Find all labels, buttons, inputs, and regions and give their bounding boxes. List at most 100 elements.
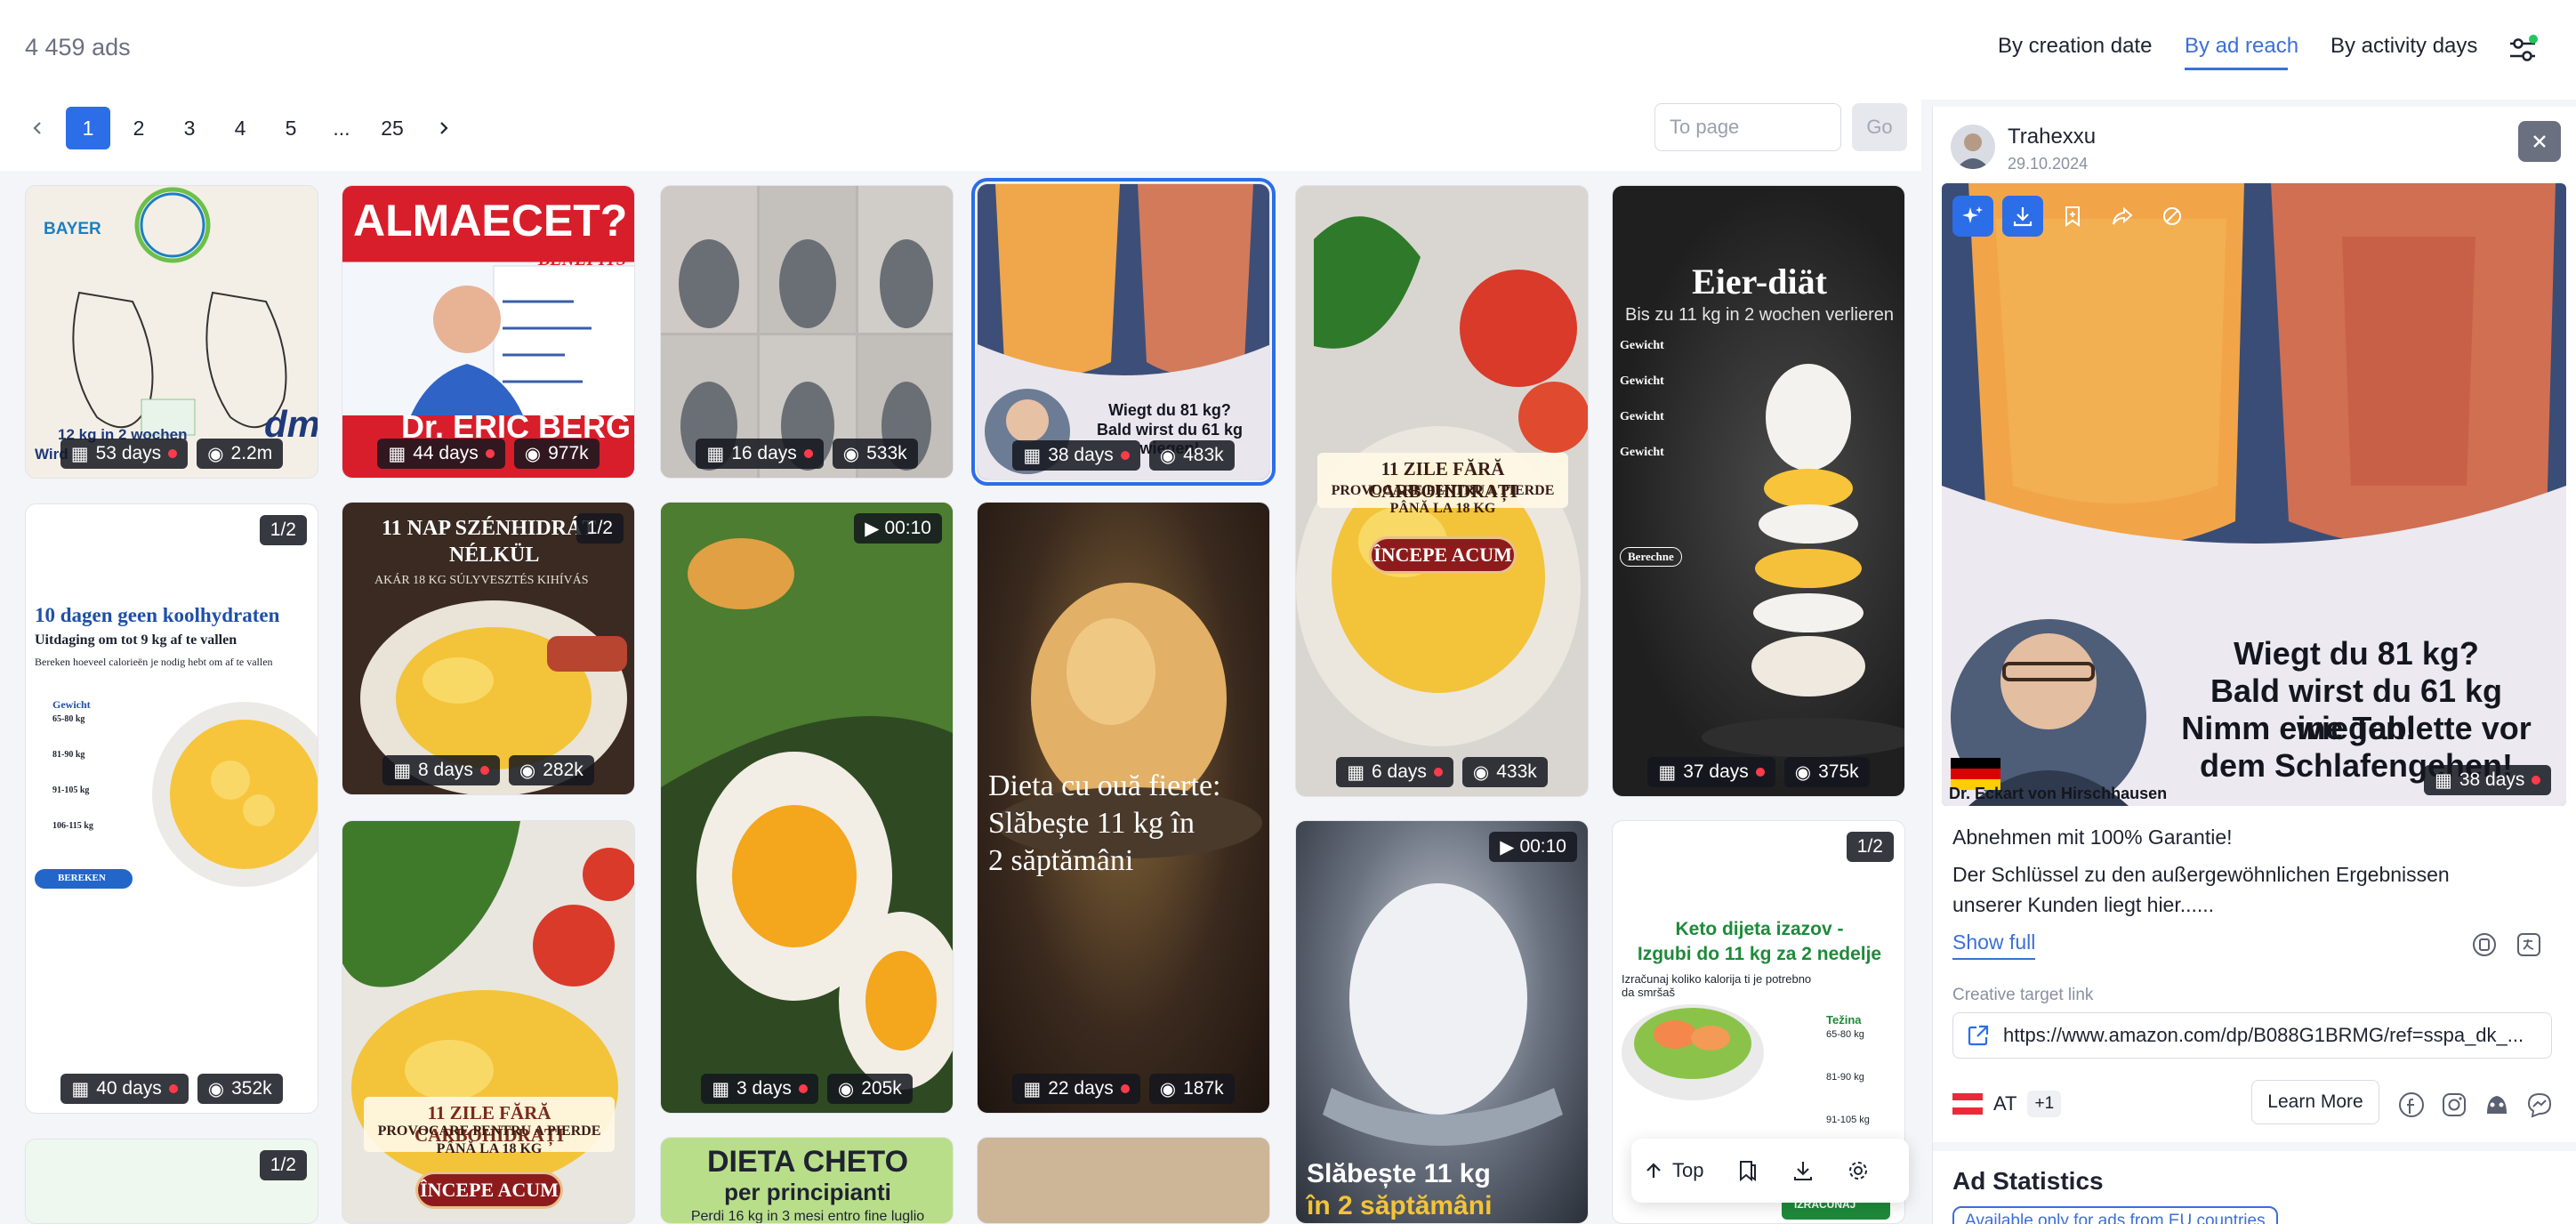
ad-creative-preview[interactable]: Wiegt du 81 kg? Bald wirst du 61 kg wieg…	[1942, 183, 2566, 806]
results-header: 4 459 ads By creation date By ad reach B…	[0, 0, 2576, 100]
copy-text-icon[interactable]	[2468, 929, 2500, 961]
sort-by-ad-reach[interactable]: By ad reach	[2185, 34, 2298, 59]
ad-card[interactable]: 11 NAP SZÉNHIDRÁT NÉLKÜL AKÁR 18 KG SÚLY…	[342, 502, 635, 795]
advertiser-name[interactable]: Trahexxu	[2008, 125, 2096, 149]
ad-card-selected[interactable]: Wiegt du 81 kg? Bald wirst du 61 kg wieg…	[971, 178, 1276, 486]
ad-card[interactable]: Dieta cu ouă fierte: Slăbește 11 kg în 2…	[977, 502, 1270, 1114]
translate-icon[interactable]	[2513, 929, 2545, 961]
ad-card[interactable]: 11 ZILE FĂRĂ CARBOHIDRAȚI PROVOCARE PENT…	[342, 820, 635, 1224]
ad-headline: Slăbește 11 kg în	[988, 807, 1195, 840]
live-indicator	[798, 1084, 808, 1093]
live-indicator	[1433, 768, 1443, 777]
weight-label: Gewicht	[52, 698, 91, 711]
country-code: AT	[1993, 1092, 2017, 1115]
ad-card[interactable]: 11 ZILE FĂRĂ CARBOHIDRAȚI PROVOCARE PENT…	[1295, 185, 1589, 797]
ad-subtitle: Bis zu 11 kg in 2 wochen verlieren	[1624, 305, 1894, 325]
show-full-link[interactable]: Show full	[1952, 930, 2036, 960]
creative-text: Wiegt du 81 kg?	[2234, 635, 2479, 672]
ad-headline: 10 dagen geen koolhydraten	[35, 604, 280, 626]
ad-card[interactable]: BAYER 12 kg in 2 wochen Wird ni dm ▦53 d…	[25, 185, 318, 479]
ad-creative-image	[661, 186, 953, 478]
bookmarks-icon[interactable]	[1725, 1148, 1771, 1194]
ad-subtitle: Uitdaging om tot 9 kg af te vallen	[35, 632, 237, 648]
ad-note: Bereken hoeveel calorieën je nodig hebt …	[35, 656, 273, 668]
settings-icon[interactable]	[1835, 1148, 1881, 1194]
bookmark-add-icon[interactable]	[2052, 196, 2093, 237]
weight-label: Gewicht	[1620, 339, 1664, 352]
ad-headline: Abnehmen mit 100% Garantie!	[1952, 825, 2233, 849]
carousel-count-badge: 1/2	[259, 515, 307, 545]
eye-icon: ◉	[519, 760, 536, 781]
scroll-to-top-button[interactable]: Top	[1644, 1159, 1716, 1182]
page-1-button[interactable]: 1	[66, 107, 110, 149]
eye-icon: ◉	[524, 443, 542, 464]
days-active-badge: ▦ 37 days	[1647, 757, 1775, 787]
more-countries-badge[interactable]: +1	[2027, 1091, 2062, 1117]
reach-badge: ◉ 433k	[1461, 757, 1548, 787]
ad-subtitle: PÂNĂ LA 18 KG	[1389, 501, 1496, 516]
reach-badge: ◉ 205k	[826, 1074, 913, 1104]
ad-creative-image	[26, 504, 318, 1113]
ad-card[interactable]: ALMAECET? BENEFITS Dr. ERIC BERG ▦ 44 day…	[342, 185, 635, 479]
weight-range: 91-105 kg	[52, 785, 90, 795]
reach-badge: ◉ 533k	[832, 439, 918, 469]
ad-card[interactable]: ▶ 00:10 ▦ 3 days ◉ 205k	[660, 502, 954, 1114]
ad-headline: DIETA CHETO	[706, 1145, 909, 1179]
ad-detail-panel: Trahexxu 29.10.2024 Wiegt du 81 kg? Bald…	[1932, 107, 2576, 1224]
ai-sparkle-icon[interactable]	[1952, 196, 1993, 237]
ads-count: 4 459 ads	[25, 34, 131, 60]
eye-icon: ◉	[842, 443, 860, 464]
ad-card[interactable]: ▦ 16 days ◉ 533k	[660, 185, 954, 479]
sort-by-creation-date[interactable]: By creation date	[1998, 34, 2152, 59]
weight-range: 81-90 kg	[52, 750, 85, 760]
block-icon[interactable]	[2152, 196, 2193, 237]
calendar-icon: ▦	[388, 443, 407, 464]
download-icon[interactable]	[2002, 196, 2043, 237]
creative-target-link[interactable]: https://www.amazon.com/dp/B088G1BRMG/ref…	[1952, 1012, 2552, 1059]
share-icon[interactable]	[2102, 196, 2143, 237]
close-panel-button[interactable]	[2518, 121, 2561, 162]
calendar-icon: ▦	[1023, 445, 1042, 466]
ad-card[interactable]: DIETA CHETO per principianti Perdi 16 kg…	[660, 1137, 954, 1224]
calendar-icon: ▦	[2435, 769, 2452, 791]
reach-badge: ◉ 2.2m	[197, 439, 284, 469]
page-2-button[interactable]: 2	[117, 107, 161, 149]
calendar-icon: ▦	[712, 1078, 730, 1099]
live-indicator	[479, 766, 489, 775]
creative-toolbar	[1952, 196, 2193, 237]
days-active-badge: ▦ 8 days	[382, 755, 500, 785]
filter-settings-icon[interactable]	[2507, 34, 2539, 66]
ad-card[interactable]: 10 dagen geen koolhydraten Uitdaging om …	[25, 503, 318, 1114]
next-page-icon[interactable]	[421, 107, 465, 149]
ad-subtitle: PROVOCARE PENTRU A PIERDE	[377, 1123, 601, 1139]
prev-page-icon[interactable]	[16, 107, 60, 149]
page-4-button[interactable]: 4	[218, 107, 262, 149]
arrow-up-icon	[1646, 1163, 1661, 1178]
ad-card[interactable]: Eier-diät Bis zu 11 kg in 2 wochen verli…	[1612, 185, 1905, 797]
page-3-button[interactable]: 3	[167, 107, 212, 149]
scroll-to-top-label: Top	[1672, 1159, 1704, 1181]
ad-card[interactable]: ▶ 00:10 Slăbește 11 kg în 2 săptămâni	[1295, 820, 1589, 1224]
messenger-icon	[2525, 1091, 2554, 1119]
days-active-badge: ▦ 22 days	[1012, 1074, 1140, 1104]
instagram-icon	[2440, 1091, 2468, 1119]
ad-headline: 2 săptămâni	[988, 844, 1134, 877]
reach-badge: ◉ 282k	[508, 755, 594, 785]
go-button[interactable]: Go	[1852, 103, 1907, 151]
page-25-button[interactable]: 25	[370, 107, 415, 149]
calendar-icon: ▦	[1023, 1078, 1042, 1099]
reach-badge: ◉ 352k	[197, 1074, 283, 1104]
to-page-input[interactable]	[1654, 103, 1841, 151]
creative-text: Nimm eine Tablette vor	[2181, 710, 2532, 746]
live-indicator	[168, 1084, 178, 1093]
calendar-icon: ▦	[706, 443, 725, 464]
reach-badge: ◉ 375k	[1783, 757, 1870, 787]
sort-by-activity-days[interactable]: By activity days	[2330, 34, 2477, 59]
ad-headline: Wiegt du 81 kg?	[1108, 401, 1231, 419]
video-duration-badge: ▶ 00:10	[1489, 832, 1577, 862]
download-icon[interactable]	[1780, 1148, 1826, 1194]
ad-card[interactable]: 1/2	[25, 1139, 318, 1224]
page-5-button[interactable]: 5	[269, 107, 313, 149]
ad-card[interactable]	[977, 1137, 1270, 1224]
ad-note: Izračunaj koliko kalorija ti je potrebno…	[1622, 972, 1812, 999]
